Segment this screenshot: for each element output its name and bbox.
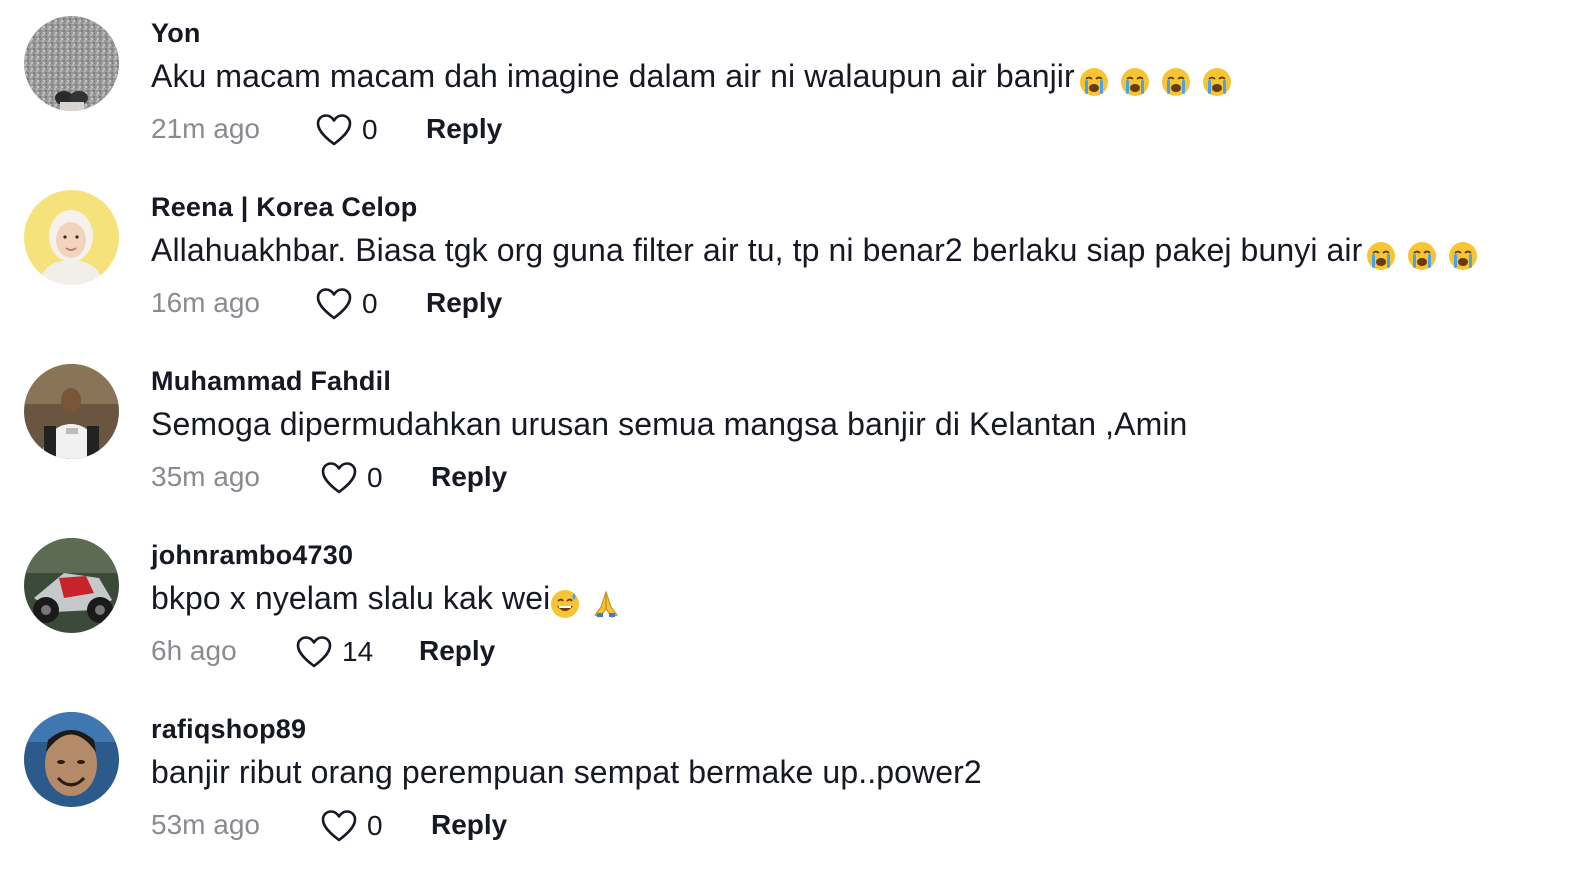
folded-hands-icon — [594, 589, 619, 618]
loudly-crying-face-icon — [1408, 241, 1437, 270]
loudly-crying-face-icon — [1202, 67, 1231, 96]
reply-button[interactable]: Reply — [426, 113, 502, 145]
comment-text: banjir ribut orang perempuan sempat berm… — [151, 754, 982, 790]
comment-text-content: Allahuakhbar. Biasa tgk org guna filter … — [151, 232, 1363, 268]
loudly-crying-face-icon — [1161, 67, 1190, 96]
comment-item: rafiqshop89 banjir ribut orang perempuan… — [0, 696, 1584, 870]
heart-outline-icon — [321, 462, 357, 494]
like-count: 0 — [362, 288, 378, 319]
comment-timestamp: 6h ago — [151, 635, 237, 666]
like-count: 0 — [362, 114, 378, 145]
like-button[interactable]: 0 — [316, 110, 378, 150]
emoji-group — [550, 583, 623, 620]
like-count: 0 — [367, 462, 383, 493]
emoji-group — [1366, 235, 1480, 272]
reply-button[interactable]: Reply — [431, 461, 507, 493]
comment-item: Yon Aku macam macam dah imagine dalam ai… — [0, 0, 1584, 174]
comment-text-content: Aku macam macam dah imagine dalam air ni… — [151, 58, 1075, 94]
comment-text-content: bkpo x nyelam slalu kak wei — [151, 580, 551, 616]
comment-timestamp: 35m ago — [151, 461, 260, 492]
loudly-crying-face-icon — [1367, 241, 1396, 270]
comment-text: bkpo x nyelam slalu kak wei — [151, 580, 623, 620]
avatar[interactable] — [24, 364, 119, 459]
comment-username[interactable]: Muhammad Fahdil — [151, 366, 391, 397]
comment-text: Allahuakhbar. Biasa tgk org guna filter … — [151, 232, 1480, 272]
emoji-group — [1079, 61, 1234, 98]
comment-item: Muhammad Fahdil Semoga dipermudahkan uru… — [0, 348, 1584, 522]
avatar[interactable] — [24, 712, 119, 807]
comment-text: Aku macam macam dah imagine dalam air ni… — [151, 58, 1234, 98]
heart-outline-icon — [316, 288, 352, 320]
reply-button[interactable]: Reply — [431, 809, 507, 841]
heart-outline-icon — [316, 114, 352, 146]
like-button[interactable]: 0 — [321, 806, 383, 846]
like-count: 14 — [342, 636, 374, 667]
comment-item: johnrambo4730 bkpo x nyelam slalu kak we… — [0, 522, 1584, 696]
like-count: 0 — [367, 810, 383, 841]
loudly-crying-face-icon — [1120, 67, 1149, 96]
comment-timestamp: 53m ago — [151, 809, 260, 840]
like-button[interactable]: 0 — [316, 284, 378, 324]
comment-text: Semoga dipermudahkan urusan semua mangsa… — [151, 406, 1188, 442]
comment-username[interactable]: Reena | Korea Celop — [151, 192, 417, 223]
reply-button[interactable]: Reply — [419, 635, 495, 667]
like-button[interactable]: 0 — [321, 458, 383, 498]
comment-timestamp: 16m ago — [151, 287, 260, 318]
like-button[interactable]: 14 — [296, 632, 373, 672]
heart-outline-icon — [296, 636, 332, 668]
comment-username[interactable]: rafiqshop89 — [151, 714, 306, 745]
comment-item: Reena | Korea Celop Allahuakhbar. Biasa … — [0, 174, 1584, 348]
grinning-sweat-face-icon — [551, 589, 580, 618]
reply-button[interactable]: Reply — [426, 287, 502, 319]
loudly-crying-face-icon — [1079, 67, 1108, 96]
heart-outline-icon — [321, 810, 357, 842]
loudly-crying-face-icon — [1449, 241, 1478, 270]
avatar[interactable] — [24, 190, 119, 285]
avatar[interactable] — [24, 16, 119, 111]
comment-username[interactable]: johnrambo4730 — [151, 540, 353, 571]
comment-username[interactable]: Yon — [151, 18, 201, 49]
comment-timestamp: 21m ago — [151, 113, 260, 144]
avatar[interactable] — [24, 538, 119, 633]
